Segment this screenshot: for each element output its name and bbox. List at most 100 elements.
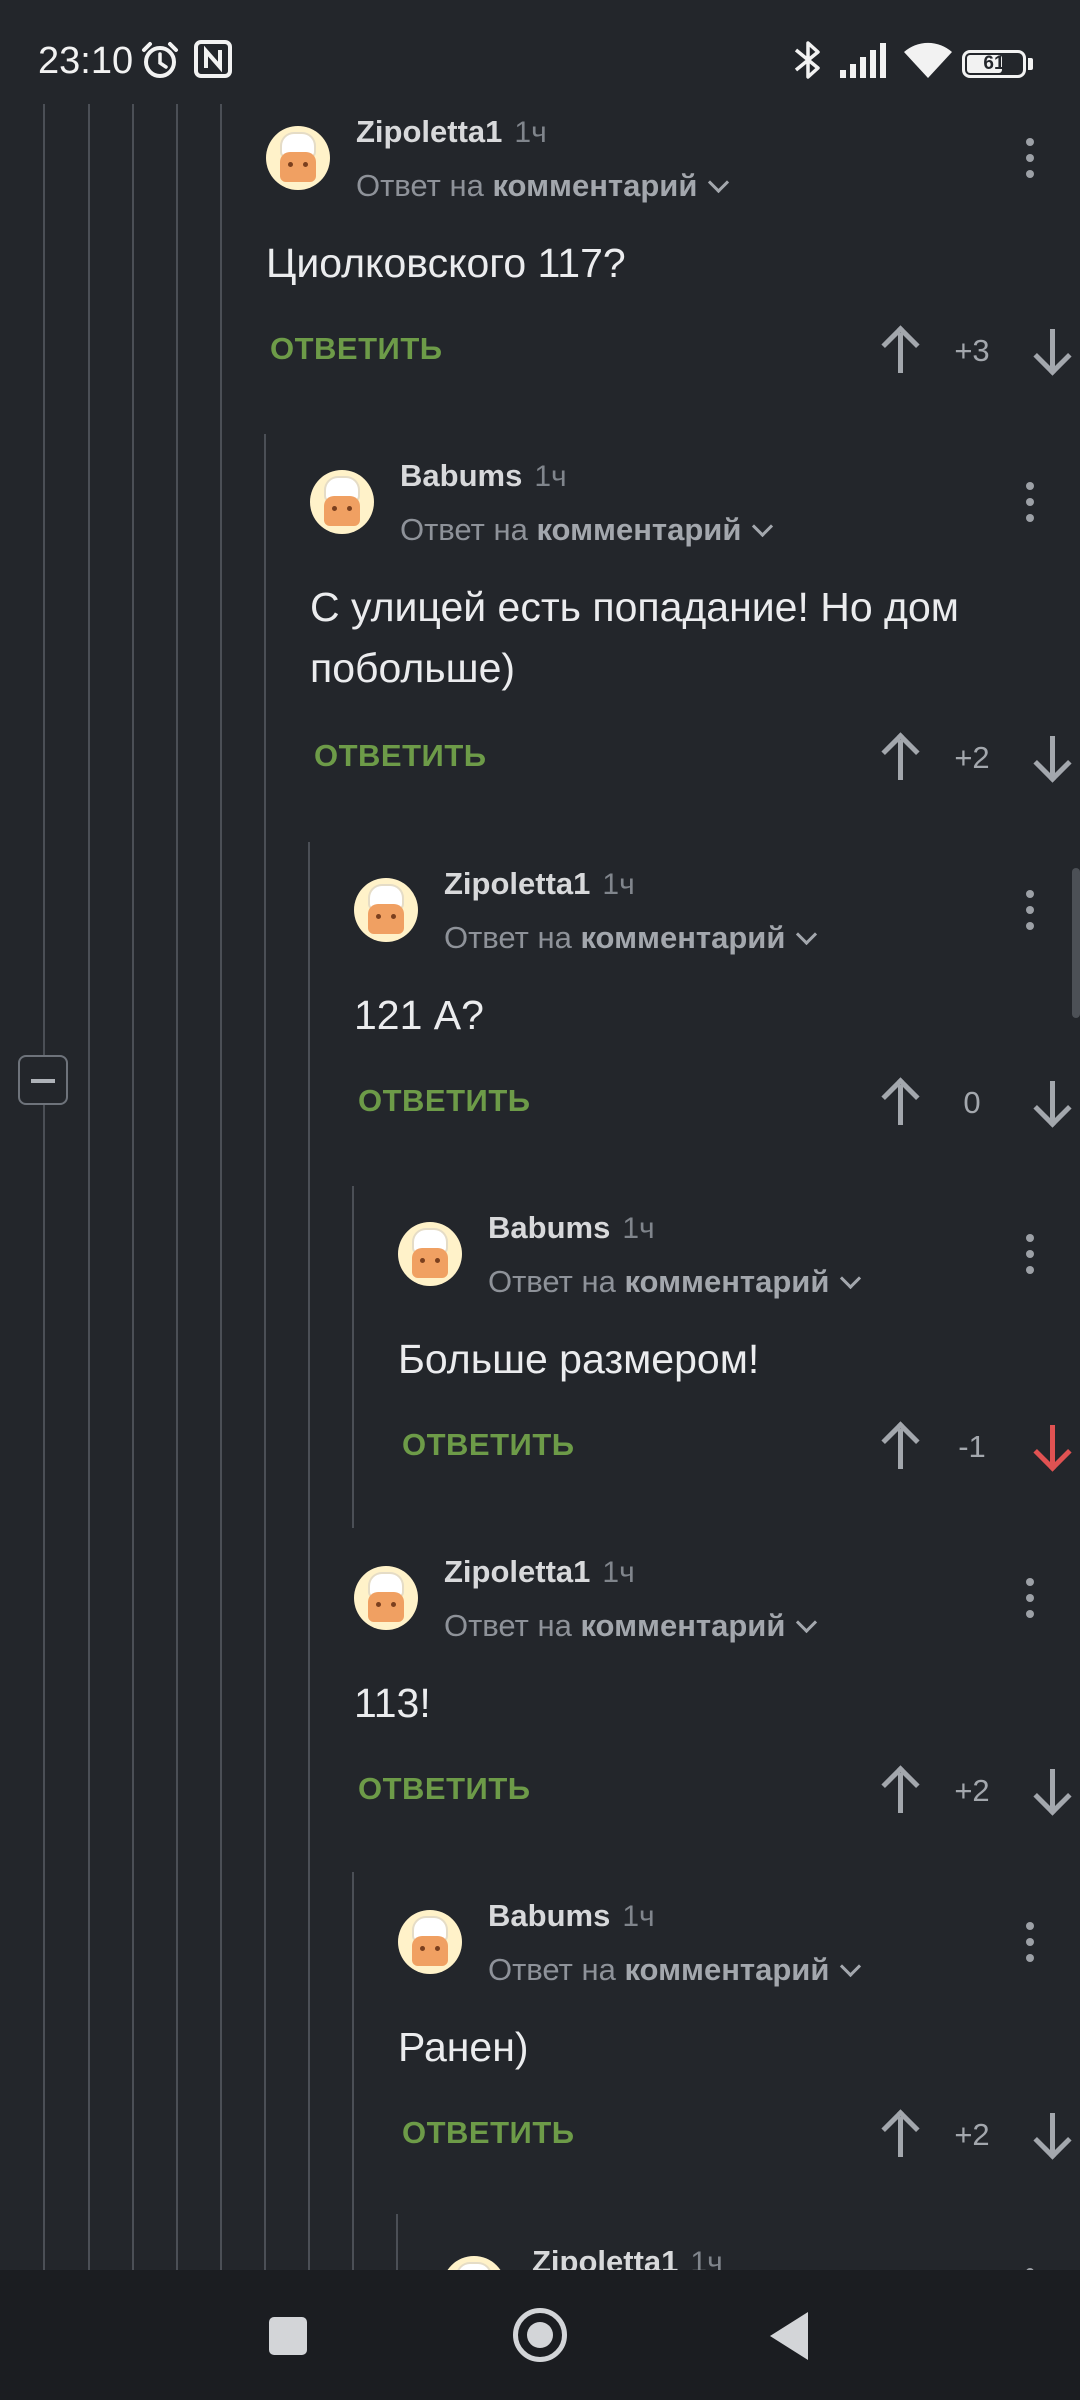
comment-time: 1ч bbox=[622, 1212, 655, 1245]
reply-to-link[interactable]: Ответ на комментарий bbox=[488, 1264, 862, 1300]
reply-button[interactable]: ОТВЕТИТЬ bbox=[402, 2115, 575, 2151]
downvote-icon[interactable] bbox=[1032, 734, 1072, 783]
avatar[interactable] bbox=[266, 126, 330, 190]
vote-controls: +2 bbox=[880, 728, 1080, 788]
upvote-icon[interactable] bbox=[880, 1421, 920, 1471]
comment-score: 0 bbox=[963, 1085, 981, 1120]
reply-to-link[interactable]: Ответ на комментарий bbox=[444, 1608, 818, 1644]
thread-line bbox=[88, 104, 90, 2270]
reply-button[interactable]: ОТВЕТИТЬ bbox=[358, 1083, 531, 1119]
battery-icon: 61 bbox=[962, 50, 1026, 78]
comment-text: 121 А? bbox=[354, 992, 484, 1038]
bluetooth-icon bbox=[794, 41, 820, 79]
recent-apps-icon[interactable] bbox=[269, 2317, 307, 2355]
avatar[interactable] bbox=[354, 878, 418, 942]
reply-button[interactable]: ОТВЕТИТЬ bbox=[402, 1427, 575, 1463]
thread-line bbox=[264, 434, 266, 2270]
upvote-icon[interactable] bbox=[880, 1077, 920, 1127]
battery-level: 61 bbox=[983, 53, 1005, 74]
alarm-icon bbox=[142, 42, 178, 78]
comment-score: +2 bbox=[954, 1773, 990, 1808]
reply-button[interactable]: ОТВЕТИТЬ bbox=[314, 738, 487, 774]
comment: Babums 1ч Ответ на комментарий Ранен) ОТВ… bbox=[398, 1882, 1080, 2225]
downvote-icon[interactable] bbox=[1032, 1079, 1072, 1128]
more-options-icon[interactable] bbox=[1026, 1922, 1034, 1962]
comment-score: -1 bbox=[958, 1429, 986, 1464]
comment-time: 1ч bbox=[622, 1900, 655, 1933]
comment-score: +2 bbox=[954, 2117, 990, 2152]
downvote-icon[interactable] bbox=[1032, 1767, 1072, 1816]
comment-text: 113! bbox=[354, 1680, 431, 1726]
comment-author[interactable]: Zipoletta1 1ч bbox=[444, 1554, 635, 1590]
comment: Zipoletta1 1ч Ответ на комментарий 113! О… bbox=[354, 1538, 1080, 1881]
comment-text: Больше размером! bbox=[398, 1336, 760, 1382]
downvote-icon[interactable] bbox=[1032, 1423, 1072, 1472]
avatar[interactable] bbox=[398, 1222, 462, 1286]
comment-text: Циолковского 117? bbox=[266, 240, 626, 286]
avatar[interactable] bbox=[354, 1566, 418, 1630]
thread-line bbox=[352, 1186, 354, 1528]
scrollbar[interactable] bbox=[1072, 868, 1080, 1018]
comment: Zipoletta1 1ч bbox=[442, 2228, 1080, 2270]
comment-author[interactable]: Zipoletta1 1ч bbox=[356, 114, 547, 150]
nfc-icon bbox=[194, 40, 232, 78]
avatar[interactable] bbox=[442, 2256, 506, 2270]
downvote-icon[interactable] bbox=[1032, 327, 1072, 376]
chevron-down-icon bbox=[840, 1955, 862, 1978]
thread-line bbox=[308, 842, 310, 2270]
comment-score: +3 bbox=[954, 333, 990, 368]
more-options-icon[interactable] bbox=[1026, 1234, 1034, 1274]
comment-time: 1ч bbox=[602, 868, 635, 901]
status-bar: 23:10 61 bbox=[0, 0, 1080, 104]
reply-button[interactable]: ОТВЕТИТЬ bbox=[270, 331, 443, 367]
navigation-bar bbox=[0, 2270, 1080, 2400]
more-options-icon[interactable] bbox=[1026, 1578, 1034, 1618]
vote-controls: -1 bbox=[880, 1417, 1080, 1477]
comment-time: 1ч bbox=[514, 116, 547, 149]
back-icon[interactable] bbox=[770, 2312, 808, 2360]
chevron-down-icon bbox=[796, 1611, 818, 1634]
comment-text: С улицей есть попадание! Но дом побольше… bbox=[310, 584, 959, 691]
vote-controls: +2 bbox=[880, 2105, 1080, 2165]
vote-controls: 0 bbox=[880, 1073, 1080, 1133]
wifi-icon bbox=[904, 42, 952, 78]
collapse-thread-button[interactable] bbox=[18, 1055, 68, 1105]
downvote-icon[interactable] bbox=[1032, 2111, 1072, 2160]
thread-line bbox=[132, 104, 134, 2270]
reply-to-link[interactable]: Ответ на комментарий bbox=[400, 512, 774, 548]
upvote-icon[interactable] bbox=[880, 732, 920, 782]
upvote-icon[interactable] bbox=[880, 1765, 920, 1815]
comment-time: 1ч bbox=[602, 1556, 635, 1589]
chevron-down-icon bbox=[752, 515, 774, 538]
comment-author[interactable]: Babums 1ч bbox=[488, 1210, 655, 1246]
avatar[interactable] bbox=[398, 1910, 462, 1974]
vote-controls: +3 bbox=[880, 321, 1080, 381]
signal-icon bbox=[840, 43, 886, 78]
reply-to-link[interactable]: Ответ на комментарий bbox=[444, 920, 818, 956]
comment-author[interactable]: Zipoletta1 1ч bbox=[444, 866, 635, 902]
comment-author[interactable]: Babums 1ч bbox=[488, 1898, 655, 1934]
comment: Zipoletta1 1ч Ответ на комментарий 121 А?… bbox=[354, 850, 1080, 1193]
reply-to-link[interactable]: Ответ на комментарий bbox=[356, 168, 730, 204]
comment: Babums 1ч Ответ на комментарий Больше раз… bbox=[398, 1194, 1080, 1537]
reply-button[interactable]: ОТВЕТИТЬ bbox=[358, 1771, 531, 1807]
upvote-icon[interactable] bbox=[880, 325, 920, 375]
avatar[interactable] bbox=[310, 470, 374, 534]
more-options-icon[interactable] bbox=[1026, 138, 1034, 178]
reply-to-link[interactable]: Ответ на комментарий bbox=[488, 1952, 862, 1988]
thread-line bbox=[176, 104, 178, 2270]
more-options-icon[interactable] bbox=[1026, 890, 1034, 930]
comment-time: 1ч bbox=[690, 2246, 723, 2270]
chevron-down-icon bbox=[840, 1267, 862, 1290]
chevron-down-icon bbox=[796, 923, 818, 946]
comment-author[interactable]: Babums 1ч bbox=[400, 458, 567, 494]
comment-time: 1ч bbox=[534, 460, 567, 493]
home-icon[interactable] bbox=[513, 2308, 567, 2362]
comment-author[interactable]: Zipoletta1 1ч bbox=[532, 2244, 723, 2270]
comment-text: Ранен) bbox=[398, 2024, 529, 2070]
vote-controls: +2 bbox=[880, 1761, 1080, 1821]
more-options-icon[interactable] bbox=[1026, 482, 1034, 522]
status-time: 23:10 bbox=[38, 40, 134, 82]
upvote-icon[interactable] bbox=[880, 2109, 920, 2159]
chevron-down-icon bbox=[708, 171, 730, 194]
